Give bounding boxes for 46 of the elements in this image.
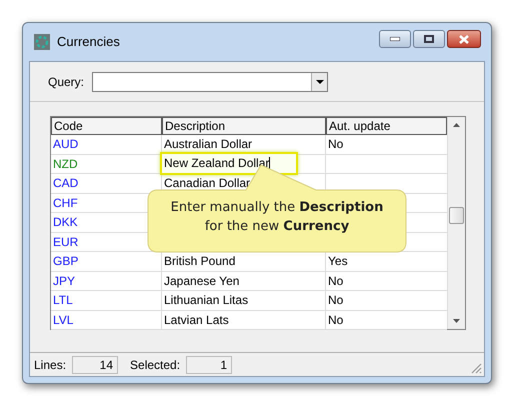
selected-label: Selected: — [130, 356, 180, 374]
scrollbar[interactable] — [447, 117, 465, 329]
aut-update-cell: No — [328, 274, 344, 288]
resize-grip-icon — [470, 362, 482, 374]
aut-update-cell: No — [328, 312, 344, 326]
query-dropdown[interactable] — [92, 72, 328, 92]
code-cell: LTL — [53, 293, 73, 307]
description-cell: Japanese Yen — [164, 274, 240, 288]
code-cell: CAD — [53, 176, 78, 190]
code-cell: AUD — [53, 137, 78, 151]
close-icon — [459, 34, 469, 44]
scroll-up-icon — [453, 123, 460, 127]
code-cell: JPY — [53, 274, 76, 288]
description-cell: British Pound — [164, 254, 236, 268]
description-cell: Latvian Lats — [164, 312, 229, 326]
maximize-button[interactable] — [413, 30, 445, 48]
code-cell: DKK — [53, 215, 78, 229]
aut-update-cell: No — [328, 137, 344, 151]
description-cell: Australian Dollar — [164, 137, 252, 151]
minimize-button[interactable] — [379, 30, 411, 48]
description-input[interactable]: New Zealand Dollar — [160, 152, 298, 174]
scroll-thumb[interactable] — [449, 207, 464, 224]
callout-text: Enter manually the Description for the new Currency — [170, 199, 384, 236]
code-cell: LVL — [53, 312, 74, 326]
aut-update-cell: Yes — [328, 254, 348, 268]
scroll-down-icon — [453, 319, 460, 323]
column-header[interactable]: Aut. update — [326, 117, 447, 135]
code-cell: CHF — [53, 196, 78, 210]
caret-icon — [316, 80, 324, 84]
close-button[interactable] — [447, 30, 481, 48]
lines-label: Lines: — [34, 356, 66, 374]
selected-count: 1 — [186, 356, 232, 374]
query-label: Query: — [48, 74, 84, 90]
description-cell: Lithuanian Litas — [164, 293, 248, 307]
app-icon — [33, 33, 51, 51]
description-cell: Canadian Dollar — [164, 176, 250, 190]
code-cell: NZD — [53, 156, 78, 170]
minimize-icon — [390, 37, 400, 41]
window-title: Currencies — [57, 33, 121, 52]
lines-count: 14 — [72, 356, 118, 374]
code-cell: GBP — [53, 254, 78, 268]
code-cell: EUR — [53, 234, 78, 248]
column-header[interactable]: Description — [162, 117, 326, 135]
aut-update-cell: No — [328, 293, 344, 307]
maximize-icon — [424, 35, 434, 43]
column-header[interactable]: Code — [51, 117, 162, 135]
